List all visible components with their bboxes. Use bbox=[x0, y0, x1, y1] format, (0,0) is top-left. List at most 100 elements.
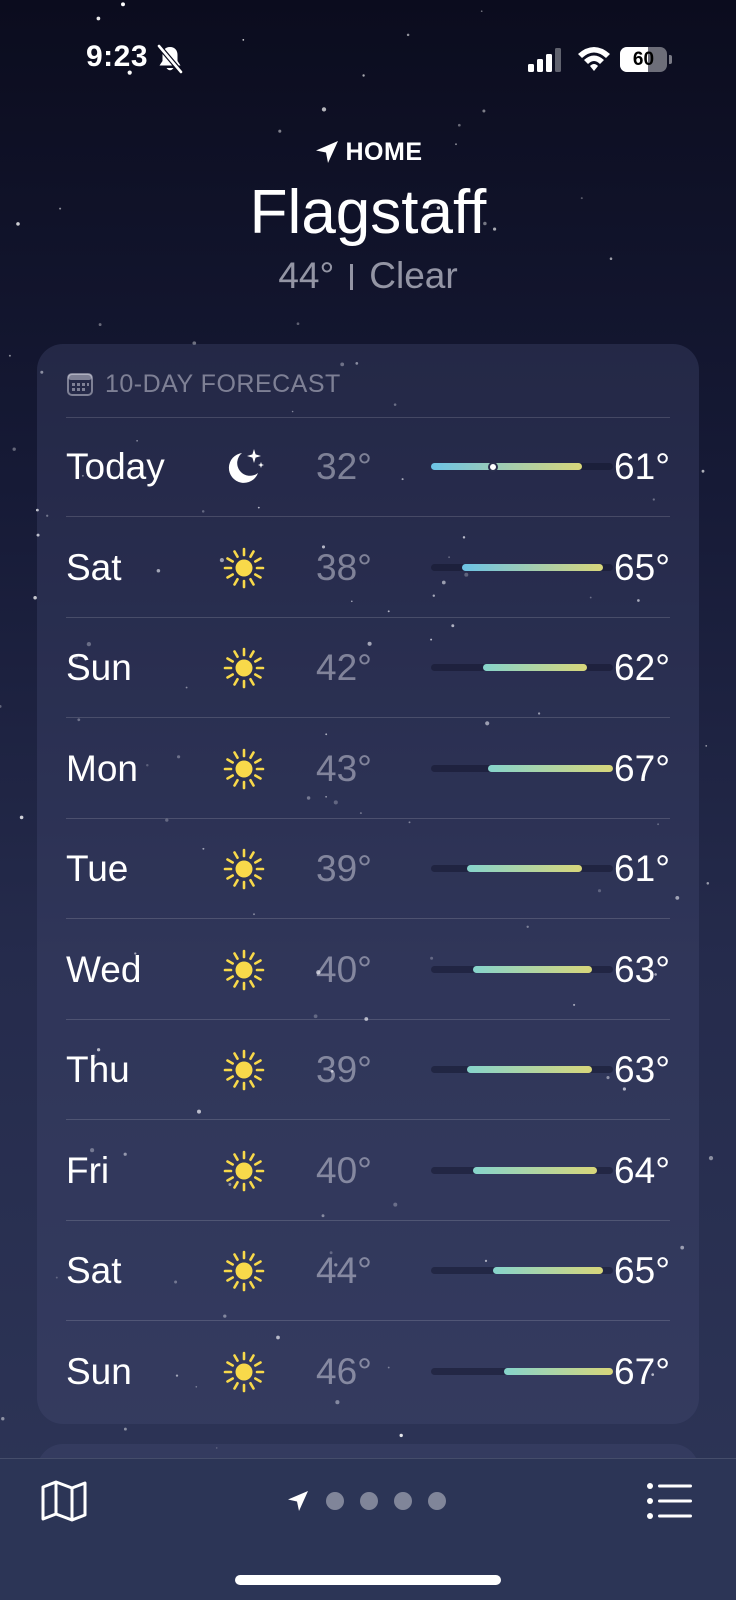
star bbox=[708, 1156, 714, 1161]
forecast-high: 62° bbox=[614, 647, 670, 688]
forecast-high: 67° bbox=[614, 1350, 670, 1392]
temperature-range-bar bbox=[493, 1267, 603, 1274]
sun-icon bbox=[223, 547, 265, 588]
forecast-row[interactable]: Wed 40° 63° bbox=[66, 920, 670, 1020]
forecast-low: 38° bbox=[316, 546, 372, 588]
list-icon[interactable] bbox=[646, 1481, 694, 1521]
forecast-day: Sat bbox=[66, 1250, 122, 1291]
city-name: Flagstaff bbox=[249, 178, 487, 247]
page-indicator[interactable] bbox=[286, 1483, 446, 1519]
forecast-low: 46° bbox=[316, 1350, 372, 1392]
sun-icon bbox=[223, 848, 265, 890]
battery-nub bbox=[669, 55, 672, 64]
sun-icon bbox=[223, 1250, 265, 1292]
temperature-range-track bbox=[431, 563, 613, 571]
temperature-range-bar bbox=[472, 965, 593, 973]
forecast-row[interactable]: Today 32° 61° bbox=[66, 417, 670, 517]
current-conditions: 44° Clear bbox=[0, 250, 736, 302]
page-dot[interactable] bbox=[360, 1492, 378, 1510]
map-icon[interactable] bbox=[40, 1479, 88, 1523]
forecast-day: Fri bbox=[66, 1149, 110, 1191]
star bbox=[12, 447, 16, 451]
forecast-low: 39° bbox=[316, 1049, 372, 1090]
forecast-row[interactable]: Tue 39° 61° bbox=[66, 819, 670, 919]
star bbox=[123, 1427, 127, 1431]
forecast-day: Sun bbox=[66, 1350, 132, 1392]
forecast-day: Today bbox=[66, 446, 165, 487]
status-bar: 9:23 60 bbox=[0, 0, 736, 120]
temperature-range-track bbox=[431, 1066, 613, 1073]
sun-icon bbox=[223, 1049, 265, 1091]
forecast-low: 40° bbox=[316, 948, 372, 990]
star bbox=[457, 123, 461, 127]
moon-stars-icon bbox=[228, 449, 264, 483]
temperature-range-bar bbox=[431, 463, 582, 470]
temperature-range-track bbox=[431, 664, 613, 671]
forecast-high: 64° bbox=[614, 1149, 670, 1191]
battery-level: 60 bbox=[632, 49, 655, 70]
forecast-high: 63° bbox=[614, 1049, 670, 1090]
forecast-row[interactable]: Sat 38° 65° bbox=[66, 518, 670, 618]
current-temperature: 44° bbox=[278, 255, 335, 296]
forecast-low: 39° bbox=[316, 848, 372, 889]
star bbox=[1, 1417, 5, 1421]
forecast-low: 44° bbox=[316, 1250, 372, 1291]
sun-icon bbox=[223, 647, 265, 689]
status-time: 9:23 bbox=[86, 40, 149, 73]
star bbox=[296, 322, 300, 326]
temperature-range-bar bbox=[472, 1166, 598, 1174]
page-dot[interactable] bbox=[394, 1492, 412, 1510]
star bbox=[8, 354, 11, 357]
battery-body: 60 bbox=[620, 47, 667, 72]
forecast-low: 40° bbox=[316, 1149, 372, 1191]
star bbox=[19, 815, 24, 820]
temperature-range-bar bbox=[462, 563, 603, 571]
forecast-row[interactable]: Thu 39° 63° bbox=[66, 1020, 670, 1120]
forecast-row[interactable]: Fri 40° 64° bbox=[66, 1121, 670, 1221]
sun-icon bbox=[223, 949, 265, 990]
star bbox=[399, 1433, 403, 1438]
forecast-day: Sun bbox=[66, 647, 132, 688]
page-dot[interactable] bbox=[326, 1492, 344, 1510]
forecast-high: 61° bbox=[614, 848, 670, 889]
forecast-high: 61° bbox=[614, 446, 670, 487]
temperature-range-track bbox=[431, 1367, 613, 1375]
location-header[interactable]: HOME Flagstaff 44° Clear bbox=[0, 130, 736, 302]
temperature-range-track bbox=[431, 965, 613, 973]
star bbox=[98, 323, 102, 327]
calendar-icon bbox=[67, 373, 93, 396]
forecast-row[interactable]: Sun 46° 67° bbox=[66, 1322, 670, 1422]
forecast-row[interactable]: Sun 42° 62° bbox=[66, 618, 670, 718]
temperature-range-bar bbox=[467, 1066, 593, 1073]
temperature-range-bar bbox=[483, 664, 587, 671]
forecast-low: 43° bbox=[316, 747, 372, 789]
conditions-separator bbox=[350, 264, 354, 290]
silent-mode-icon bbox=[156, 44, 184, 74]
cellular-signal-icon bbox=[528, 48, 561, 72]
ten-day-forecast-card[interactable]: 10-DAY FORECAST Today 32° 61° Sat 38° 65° Sun 4… bbox=[37, 344, 699, 1424]
current-condition: Clear bbox=[369, 255, 458, 296]
home-label-row: HOME bbox=[0, 130, 736, 174]
current-location-page-icon[interactable] bbox=[286, 1489, 310, 1513]
temperature-range-bar bbox=[467, 865, 582, 872]
forecast-high: 65° bbox=[614, 546, 670, 588]
forecast-row[interactable]: Sat 44° 65° bbox=[66, 1221, 670, 1321]
forecast-day: Thu bbox=[66, 1049, 130, 1090]
page-dot[interactable] bbox=[428, 1492, 446, 1510]
wifi-icon bbox=[578, 47, 610, 71]
forecast-card-title: 10-DAY FORECAST bbox=[105, 369, 341, 398]
star bbox=[701, 469, 705, 473]
forecast-high: 63° bbox=[614, 948, 670, 990]
sun-icon bbox=[223, 748, 265, 789]
home-indicator[interactable] bbox=[235, 1575, 501, 1585]
temperature-range-track bbox=[431, 1267, 613, 1274]
sun-icon bbox=[223, 1150, 265, 1191]
home-label: HOME bbox=[345, 137, 423, 166]
forecast-low: 42° bbox=[316, 647, 372, 688]
temperature-range-bar bbox=[503, 1367, 613, 1375]
forecast-card-header: 10-DAY FORECAST bbox=[67, 364, 341, 404]
star bbox=[706, 882, 710, 885]
temperature-range-track bbox=[431, 764, 613, 772]
forecast-row[interactable]: Mon 43° 67° bbox=[66, 719, 670, 819]
sun-icon bbox=[223, 1351, 265, 1392]
